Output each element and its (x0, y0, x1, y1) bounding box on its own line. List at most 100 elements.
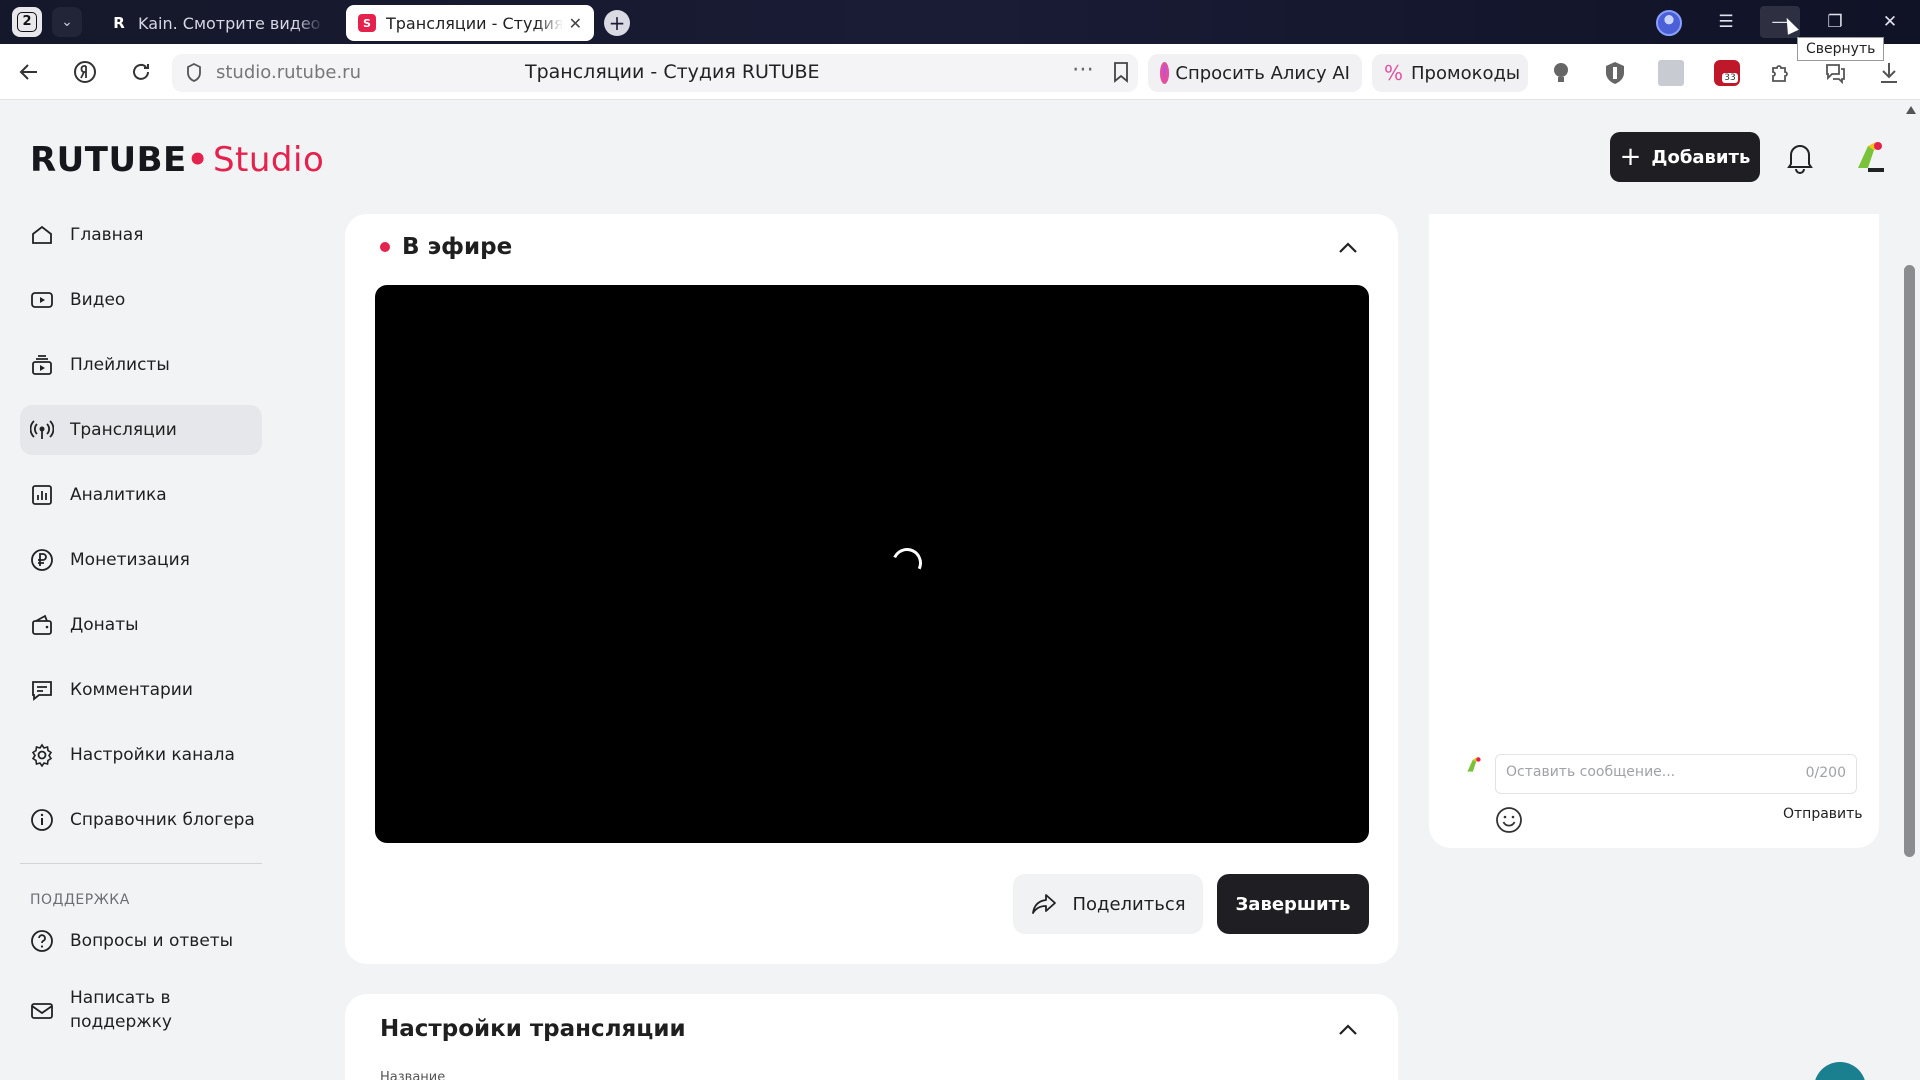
user-avatar[interactable] (1850, 136, 1890, 176)
profile-avatar-icon[interactable] (1656, 10, 1682, 36)
sidebar-item-label: Справочник блогера (70, 810, 255, 830)
rutube-studio-logo[interactable]: RUTUBE• Studio (30, 140, 324, 180)
info-icon (31, 809, 53, 831)
page-title-text: Трансляции - Студия RUTUBE (525, 61, 820, 83)
app-header: RUTUBE• Studio + Добавить (0, 100, 1900, 215)
ask-alice-button[interactable]: Спросить Алису AI (1148, 54, 1362, 92)
restore-button[interactable]: ❐ (1815, 6, 1855, 38)
logo-dot: • (186, 140, 209, 180)
promocodes-label: Промокоды (1411, 62, 1521, 84)
chevron-down-icon[interactable]: ⌄ (52, 7, 82, 37)
download-icon[interactable] (1876, 60, 1902, 86)
support-heading: ПОДДЕРЖКА (30, 892, 130, 908)
address-bar[interactable]: studio.rutube.ru Трансляции - Студия RUT… (172, 54, 1138, 92)
alice-icon (1160, 62, 1170, 84)
more-icon[interactable]: ⋯ (1072, 57, 1095, 82)
share-button[interactable]: Поделиться (1013, 874, 1203, 934)
sidebar-item-blogger-guide[interactable]: Справочник блогера (20, 795, 262, 845)
studio-favicon-icon: S (358, 14, 376, 32)
ruble-icon (31, 549, 53, 571)
lightbulb-icon[interactable] (1548, 60, 1574, 86)
sidebar-item-contact-support[interactable]: Написать в поддержку (20, 981, 262, 1041)
page-scrollbar[interactable] (1900, 100, 1920, 1080)
window-close-button[interactable]: ✕ (1870, 6, 1910, 38)
live-indicator-dot (380, 242, 390, 252)
sidebar-item-label: Вопросы и ответы (70, 931, 234, 951)
chevron-up-icon[interactable] (1334, 1016, 1362, 1044)
scroll-up-arrow-icon[interactable] (1906, 106, 1916, 114)
sidebar-item-channel-settings[interactable]: Настройки канала (20, 730, 262, 780)
ask-alice-label: Спросить Алису AI (1175, 62, 1350, 84)
tab-title: Kain. Смотрите видео онлайн (138, 13, 324, 33)
back-arrow-icon[interactable] (14, 57, 44, 87)
percent-icon: % (1384, 61, 1404, 85)
promocodes-button[interactable]: % Промокоды (1372, 54, 1528, 92)
sidebar-item-label: Аналитика (70, 485, 167, 505)
sidebar-item-comments[interactable]: Комментарии (20, 665, 262, 715)
reload-icon[interactable] (126, 57, 156, 87)
sidebar-divider (20, 863, 262, 864)
stream-settings-card: Настройки трансляции Название (345, 994, 1398, 1080)
chat-user-avatar (1463, 754, 1485, 776)
settings-title: Настройки трансляции (380, 1016, 686, 1042)
chevron-up-icon[interactable] (1334, 234, 1362, 262)
live-status-title: В эфире (380, 234, 512, 260)
send-button[interactable]: Отправить (1783, 806, 1863, 822)
sidebar-item-label: Комментарии (70, 680, 193, 700)
end-stream-button[interactable]: Завершить (1217, 874, 1369, 934)
home-icon (32, 225, 52, 244)
sidebar-item-broadcasts[interactable]: Трансляции (20, 405, 262, 455)
chat-message-field[interactable]: 0/200 (1495, 754, 1857, 794)
bell-icon[interactable] (1785, 140, 1815, 174)
shield-icon[interactable] (186, 62, 204, 83)
browser-tab-1[interactable]: R Kain. Смотрите видео онлайн (98, 5, 336, 41)
live-title-text: В эфире (402, 234, 513, 260)
sidebar-item-donations[interactable]: Донаты (20, 600, 262, 650)
yandex-icon[interactable] (70, 57, 100, 87)
sidebar-item-label: Видео (70, 290, 126, 310)
browser-tab-2[interactable]: S Трансляции - Студия RUTUBE ✕ (346, 5, 594, 41)
sidebar-item-analytics[interactable]: Аналитика (20, 470, 262, 520)
sidebar-item-playlists[interactable]: Плейлисты (20, 340, 262, 390)
sidebar-item-monetization[interactable]: Монетизация (20, 535, 262, 585)
tab-title: Трансляции - Студия RUTUBE (386, 13, 563, 33)
puzzle-icon[interactable] (1768, 60, 1794, 86)
loading-spinner-icon (887, 543, 927, 583)
url-text: studio.rutube.ru (216, 62, 361, 83)
end-button-label: Завершить (1235, 893, 1351, 915)
tab-count-button[interactable]: 2 (12, 7, 42, 37)
gear-icon (31, 743, 53, 767)
sidebar-item-home[interactable]: Главная (20, 210, 262, 260)
sidebar-item-faq[interactable]: Вопросы и ответы (20, 916, 262, 966)
bookmark-icon[interactable] (1112, 61, 1130, 85)
rutube-favicon-icon: R (113, 14, 125, 32)
sidebar-item-video[interactable]: Видео (20, 275, 262, 325)
red-extension-icon[interactable]: 33 (1714, 60, 1740, 86)
sidebar-item-label: Главная (70, 225, 144, 245)
image-extension-icon[interactable] (1658, 60, 1684, 86)
support-chat-button[interactable] (1814, 1062, 1866, 1080)
add-button-label: Добавить (1651, 146, 1751, 168)
chat-char-counter: 0/200 (1805, 765, 1846, 781)
scrollbar-thumb[interactable] (1904, 265, 1915, 857)
tab-count-label: 2 (17, 12, 37, 32)
broadcast-icon (30, 420, 54, 439)
question-icon (31, 930, 53, 952)
smiley-icon[interactable] (1495, 806, 1523, 834)
share-button-label: Поделиться (1072, 893, 1186, 915)
add-button[interactable]: + Добавить (1610, 132, 1760, 182)
close-icon[interactable]: ✕ (569, 14, 582, 33)
new-tab-button[interactable]: + (604, 10, 630, 36)
chat-bubbles-icon[interactable] (1822, 60, 1848, 86)
shield-extension-icon[interactable] (1602, 60, 1628, 86)
video-icon (31, 292, 53, 308)
sidebar: Главная Видео Плейлисты Трансляции Анали… (20, 210, 262, 1056)
chat-message-input[interactable] (1506, 764, 1786, 780)
sidebar-item-label: Написать в поддержку (70, 988, 172, 1032)
video-player[interactable] (375, 285, 1369, 843)
menu-icon[interactable]: ☰ (1706, 6, 1746, 38)
name-field-label: Название (380, 1070, 446, 1080)
sidebar-item-label: Трансляции (70, 420, 177, 440)
wallet-icon (32, 614, 52, 635)
logo-main-text: RUTUBE (30, 140, 187, 180)
